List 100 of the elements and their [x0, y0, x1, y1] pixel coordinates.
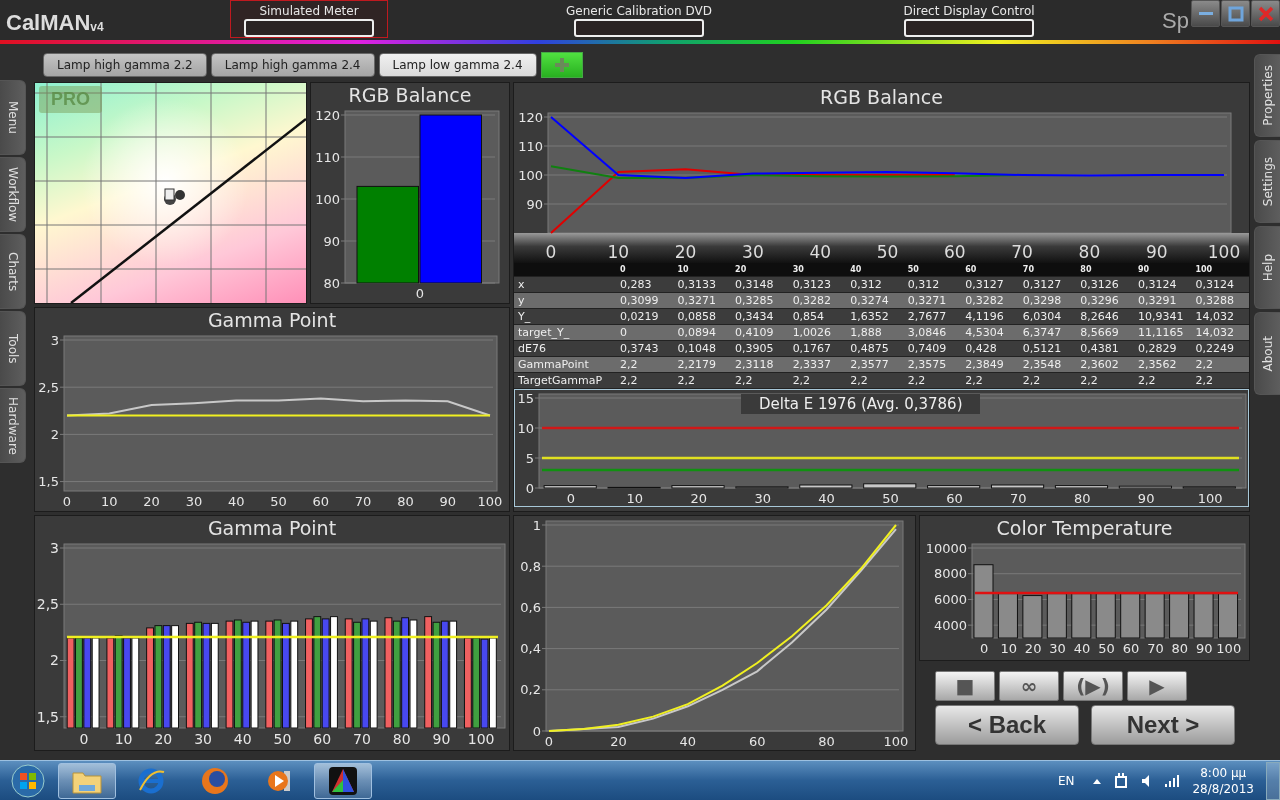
side-tab[interactable]: Workflow	[0, 157, 26, 232]
table-cell-text: 14,032	[1194, 325, 1235, 340]
add-button[interactable]	[540, 52, 583, 78]
table-cell-text: 2,2	[676, 373, 697, 388]
back-button[interactable]: < Back	[935, 705, 1079, 745]
table-cell-text: 2,2	[791, 373, 812, 388]
side-tab[interactable]: About	[1254, 312, 1280, 395]
axis-label: 60	[944, 242, 966, 262]
axis-label: 10	[517, 420, 534, 436]
table-cell-text: 2,2	[964, 373, 984, 388]
row-label: TargetGammaP	[517, 373, 604, 388]
close-icon	[1256, 4, 1275, 23]
side-tab[interactable]: Tools	[0, 311, 26, 386]
clock[interactable]: 8:00 μμ 28/8/2013	[1192, 764, 1254, 797]
preset-tab[interactable]: Lamp high gamma 2.2	[43, 53, 207, 77]
chart-title: Color Temperature	[996, 516, 1173, 540]
meter-field[interactable]	[904, 19, 1034, 37]
next-button[interactable]: Next >	[1091, 705, 1235, 745]
close-button[interactable]	[1251, 0, 1280, 27]
column-header: 0	[619, 264, 627, 276]
axis-label: 100	[477, 494, 502, 509]
axis-label: 2,5	[36, 596, 59, 613]
axis-label: 0	[532, 723, 541, 739]
table-cell-text: 2,3548	[1021, 357, 1063, 372]
axis-label: 20	[690, 491, 708, 506]
row-label: x	[517, 277, 526, 292]
stop-button[interactable]: ■	[935, 671, 995, 701]
table-cell-text: 0,854	[791, 309, 826, 324]
bar	[997, 593, 1018, 639]
table-cell-text: 0,4875	[849, 341, 890, 356]
loop-button[interactable]: ∞	[999, 671, 1059, 701]
axis-label: 30	[754, 491, 771, 506]
axis-label: 10	[114, 731, 132, 747]
axis-label: 0	[566, 491, 576, 506]
axis-label: 10	[100, 494, 118, 509]
meter-label: Generic Calibration DVD	[566, 4, 712, 18]
preset-tab[interactable]: Lamp low gamma 2.4	[378, 53, 537, 77]
axis-label: 1,5	[37, 474, 59, 490]
table-cell-text: 2,2179	[676, 357, 718, 372]
power-plug-icon[interactable]	[1114, 771, 1129, 790]
axis-label: 100	[1197, 491, 1223, 506]
table-cell-text: 0,3133	[676, 277, 718, 292]
table-cell-text: 0,3127	[964, 277, 1005, 292]
table-cell-text: 2,3602	[1079, 357, 1120, 372]
globe-fox-icon	[200, 765, 230, 796]
play-once-button[interactable]: (▶)	[1063, 671, 1123, 701]
row-label: target_Y_	[517, 325, 571, 340]
axis-label: 0	[980, 641, 989, 656]
bar	[1071, 593, 1092, 639]
axis-label: 3	[49, 540, 59, 556]
meter-field[interactable]	[244, 19, 374, 37]
table-cell-text: 0,3123	[791, 277, 833, 292]
axis-label: 0	[544, 734, 554, 749]
maximize-icon	[1226, 4, 1245, 23]
axis-label: 70	[352, 731, 371, 747]
axis-label: 120	[315, 107, 340, 123]
app-version: v4	[90, 20, 104, 34]
axis-label: 50	[269, 494, 287, 509]
table-cell-text: 8,5669	[1079, 325, 1120, 340]
table-cell-text: 2,2	[1021, 373, 1042, 388]
table-cell-text: 0,3124	[1194, 277, 1235, 292]
axis-label: 0	[78, 731, 88, 747]
play-button[interactable]: ▶	[1127, 671, 1187, 701]
table-cell-text: 0,3271	[906, 293, 948, 308]
side-tab[interactable]: Settings	[1254, 140, 1280, 223]
axis-label: 60	[748, 734, 766, 749]
axis-label: 50	[273, 731, 291, 747]
side-tab[interactable]: Menu	[0, 80, 26, 155]
meter-panel[interactable]: Direct Display Control	[890, 0, 1048, 38]
side-tab[interactable]: Charts	[0, 234, 26, 309]
meter-panel[interactable]: Generic Calibration DVD	[560, 0, 718, 38]
axis-label: 80	[323, 275, 340, 291]
maximize-button[interactable]	[1221, 0, 1250, 27]
axis-label: 90	[1137, 491, 1155, 506]
axis-label: 110	[518, 138, 543, 154]
axis-label: 50	[876, 242, 899, 262]
side-tab[interactable]: Hardware	[0, 388, 26, 463]
column-header: 60	[964, 264, 978, 276]
language-indicator[interactable]: EN	[1057, 773, 1075, 788]
axis-label: 40	[1073, 641, 1091, 656]
axis-label: 10000	[925, 540, 967, 556]
minimize-button[interactable]	[1191, 0, 1220, 27]
table-cell-text: 0,3296	[1079, 293, 1120, 308]
side-tab[interactable]: Help	[1254, 226, 1280, 309]
column-header: 90	[1136, 264, 1151, 276]
signal-bars-icon[interactable]	[1164, 773, 1181, 788]
preset-tab[interactable]: Lamp high gamma 2.4	[210, 53, 375, 77]
axis-label: 70	[1011, 242, 1033, 262]
meter-field[interactable]	[574, 19, 704, 37]
axis-label: 10	[1000, 641, 1017, 656]
table-cell-text: 8,2646	[1079, 309, 1120, 324]
taskbar-app[interactable]	[314, 762, 372, 799]
axis-label: 8000	[933, 566, 967, 582]
table-cell-text: 2,7677	[906, 309, 948, 324]
axis-label: 80	[818, 734, 835, 749]
side-tab[interactable]: Properties	[1254, 54, 1280, 137]
axis-label: 80	[396, 494, 414, 509]
meter-panel[interactable]: Simulated Meter	[230, 0, 388, 38]
axis-label: 4000	[933, 617, 967, 633]
table-cell-text: 11,1165	[1136, 325, 1185, 340]
